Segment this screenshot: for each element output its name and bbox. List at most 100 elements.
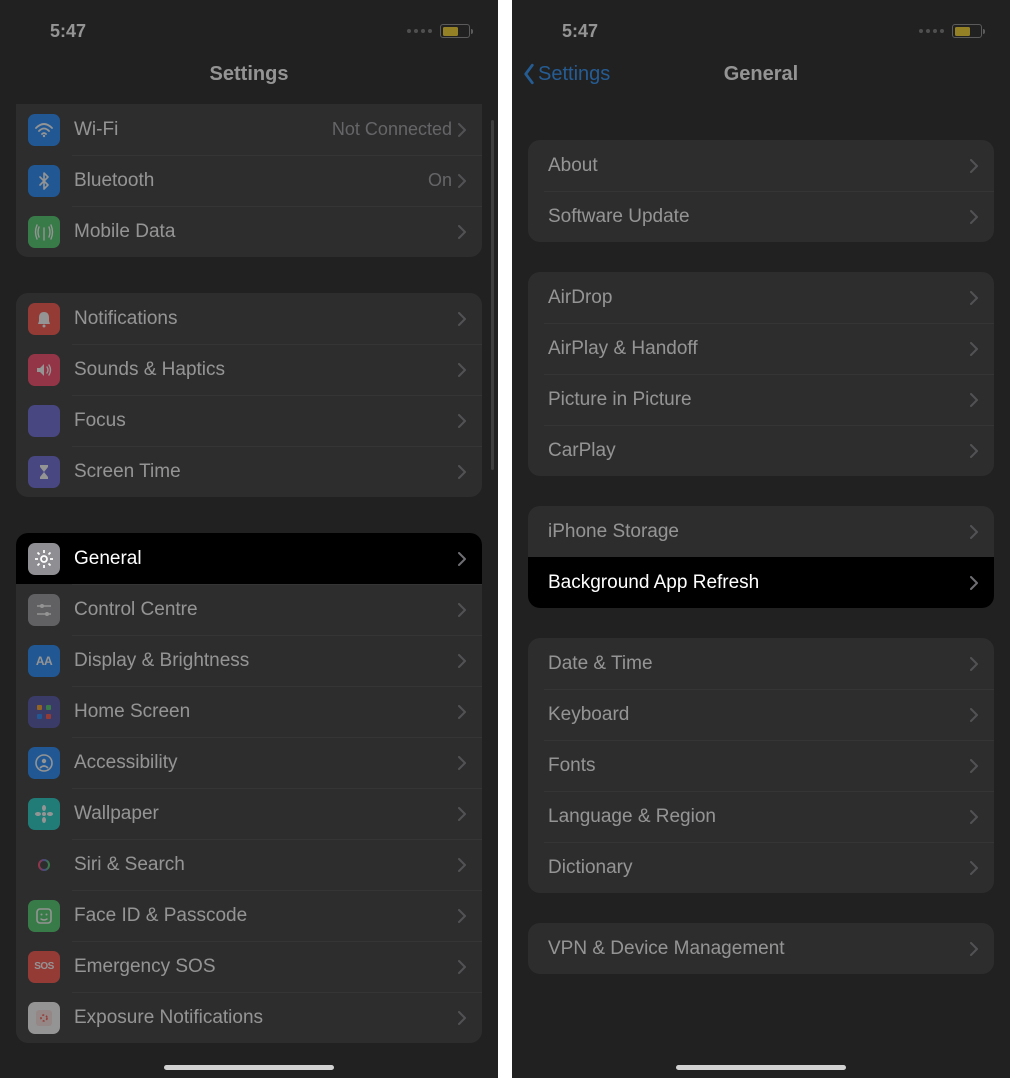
chevron-right-icon [458,603,466,617]
row-label: AirDrop [548,287,970,309]
nav-header: Settings [0,48,498,100]
status-time: 5:47 [50,21,86,42]
row-pip[interactable]: Picture in Picture [528,374,994,425]
row-airplay[interactable]: AirPlay & Handoff [528,323,994,374]
nav-header: Settings General [512,48,1010,100]
chevron-right-icon [458,654,466,668]
chevron-right-icon [458,960,466,974]
home-indicator[interactable] [164,1065,334,1070]
battery-icon [440,24,470,38]
notifications-icon [28,303,60,335]
row-label: Control Centre [74,599,458,621]
row-date-time[interactable]: Date & Time [528,638,994,689]
mobile-data-icon [28,216,60,248]
chevron-right-icon [458,1011,466,1025]
row-label: Language & Region [548,806,970,828]
sounds-icon [28,354,60,386]
row-notifications[interactable]: Notifications [16,293,482,344]
group-datetime: Date & Time Keyboard Fonts Language & Regio… [528,638,994,893]
chevron-right-icon [970,810,978,824]
row-dictionary[interactable]: Dictionary [528,842,994,893]
chevron-right-icon [458,123,466,137]
home-indicator[interactable] [676,1065,846,1070]
accessibility-icon [28,747,60,779]
row-label: Fonts [548,755,970,777]
row-label: Keyboard [548,704,970,726]
row-iphone-storage[interactable]: iPhone Storage [528,506,994,557]
row-label: Wi-Fi [74,119,332,141]
row-sos[interactable]: SOSEmergency SOS [16,941,482,992]
settings-screen: 5:47 Settings Wi-FiNot ConnectedBluetoot… [0,0,498,1078]
back-label: Settings [538,63,610,86]
chevron-right-icon [970,291,978,305]
row-label: Screen Time [74,461,458,483]
battery-icon [952,24,982,38]
row-software-update[interactable]: Software Update [528,191,994,242]
row-about[interactable]: About [528,140,994,191]
chevron-right-icon [970,444,978,458]
status-bar: 5:47 [512,0,1010,48]
chevron-right-icon [458,858,466,872]
row-label: Wallpaper [74,803,458,825]
general-screen: 5:47 Settings General AboutSoftware Upda… [512,0,1010,1078]
chevron-right-icon [458,225,466,239]
settings-list[interactable]: Wi-FiNot ConnectedBluetoothOnMobile Data… [0,100,498,1078]
chevron-right-icon [458,552,466,566]
chevron-right-icon [458,756,466,770]
bluetooth-icon [28,165,60,197]
signal-icon [919,29,944,33]
status-time: 5:47 [562,21,598,42]
chevron-right-icon [458,174,466,188]
row-keyboard[interactable]: Keyboard [528,689,994,740]
row-label: Dictionary [548,857,970,879]
row-exposure[interactable]: Exposure Notifications [16,992,482,1043]
general-icon [28,543,60,575]
row-language-region[interactable]: Language & Region [528,791,994,842]
row-fonts[interactable]: Fonts [528,740,994,791]
row-label: VPN & Device Management [548,938,970,960]
chevron-right-icon [970,942,978,956]
row-display[interactable]: AADisplay & Brightness [16,635,482,686]
row-wallpaper[interactable]: Wallpaper [16,788,482,839]
row-carplay[interactable]: CarPlay [528,425,994,476]
row-label: Display & Brightness [74,650,458,672]
chevron-right-icon [458,705,466,719]
row-control-centre[interactable]: Control Centre [16,584,482,635]
row-airdrop[interactable]: AirDrop [528,272,994,323]
wifi-icon [28,114,60,146]
status-bar: 5:47 [0,0,498,48]
row-label: Notifications [74,308,458,330]
screen-time-icon [28,456,60,488]
row-vpn[interactable]: VPN & Device Management [528,923,994,974]
chevron-right-icon [970,576,978,590]
row-label: AirPlay & Handoff [548,338,970,360]
exposure-icon [28,1002,60,1034]
row-accessibility[interactable]: Accessibility [16,737,482,788]
row-bluetooth[interactable]: BluetoothOn [16,155,482,206]
row-mobile-data[interactable]: Mobile Data [16,206,482,257]
row-home-screen[interactable]: Home Screen [16,686,482,737]
row-siri[interactable]: Siri & Search [16,839,482,890]
row-value: Not Connected [332,119,452,140]
row-general[interactable]: General [16,533,482,584]
chevron-right-icon [458,465,466,479]
row-sounds[interactable]: Sounds & Haptics [16,344,482,395]
row-focus[interactable]: Focus [16,395,482,446]
row-faceid[interactable]: Face ID & Passcode [16,890,482,941]
row-label: General [74,548,458,570]
row-wifi[interactable]: Wi-FiNot Connected [16,104,482,155]
row-label: Date & Time [548,653,970,675]
chevron-right-icon [458,363,466,377]
control-centre-icon [28,594,60,626]
row-screen-time[interactable]: Screen Time [16,446,482,497]
scrollbar[interactable] [491,120,494,470]
page-title: General [724,63,798,86]
signal-icon [407,29,432,33]
chevron-right-icon [458,312,466,326]
row-label: Bluetooth [74,170,428,192]
general-list[interactable]: AboutSoftware Update AirDrop AirPlay & Ha… [512,100,1010,1078]
row-bg-app-refresh[interactable]: Background App Refresh [528,557,994,608]
back-button[interactable]: Settings [522,63,610,86]
row-label: Mobile Data [74,221,458,243]
chevron-right-icon [970,393,978,407]
